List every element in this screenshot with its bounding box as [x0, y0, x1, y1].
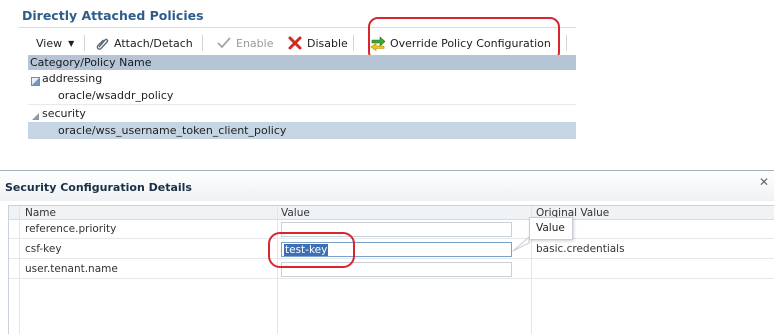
collapse-triangle-icon[interactable] [31, 109, 40, 120]
checkmark-icon [216, 35, 232, 51]
category-label: addressing [42, 72, 103, 85]
red-x-icon [287, 35, 303, 51]
attach-detach-button[interactable]: Attach/Detach [94, 33, 193, 53]
override-arrows-icon [370, 35, 386, 52]
toolbar-divider [84, 35, 85, 51]
enable-button[interactable]: Enable [216, 33, 273, 53]
policy-tree: Category/Policy Name addressing oracle/w… [28, 55, 576, 139]
policies-toolbar: View ▼ Attach/Detach Enable Disable Over… [28, 17, 576, 62]
directly-attached-policies-panel: Directly Attached Policies View ▼ Attach… [18, 0, 578, 160]
tree-row-security[interactable]: security [28, 105, 576, 122]
column-header-name: Name [25, 207, 56, 219]
close-icon[interactable]: ✕ [758, 176, 770, 188]
value-input[interactable] [281, 222, 512, 237]
property-name: user.tenant.name [25, 263, 118, 275]
disable-label: Disable [307, 36, 348, 50]
paperclip-icon [94, 35, 110, 51]
toolbar-divider [353, 35, 354, 51]
value-input[interactable] [281, 262, 512, 277]
tree-row-wsaddr-policy[interactable]: oracle/wsaddr_policy [28, 87, 576, 104]
selected-value-text: test-key [284, 244, 329, 256]
table-row: user.tenant.name [9, 260, 774, 279]
toolbar-divider [202, 35, 203, 51]
table-row: reference.priority [9, 220, 774, 239]
toolbar-divider [566, 35, 567, 51]
expand-icon[interactable] [31, 74, 40, 86]
view-menu-button[interactable]: View ▼ [36, 33, 74, 53]
properties-table: Name Value Original Value reference.prio… [8, 205, 774, 334]
override-policy-configuration-button[interactable]: Override Policy Configuration [370, 33, 551, 53]
property-name: reference.priority [25, 223, 117, 235]
title-divider [18, 27, 576, 28]
dialog-title: Security Configuration Details [5, 181, 192, 194]
chevron-down-icon: ▼ [68, 38, 75, 48]
property-name: csf-key [25, 243, 62, 255]
view-label: View [36, 36, 63, 50]
table-header: Name Value Original Value [9, 206, 774, 220]
value-tooltip: Value [529, 217, 573, 240]
security-configuration-dialog: Security Configuration Details ✕ Name Va… [0, 170, 774, 334]
original-value: basic.credentials [536, 243, 625, 255]
tree-row-wss-username-token-client-policy[interactable]: oracle/wss_username_token_client_policy [28, 122, 576, 139]
policy-label: oracle/wss_username_token_client_policy [58, 124, 287, 137]
column-header-value: Value [281, 207, 310, 219]
attach-detach-label: Attach/Detach [114, 36, 193, 50]
dialog-header: Security Configuration Details ✕ [0, 171, 774, 201]
value-input[interactable]: test-key [281, 242, 512, 257]
tree-row-addressing[interactable]: addressing [28, 70, 576, 87]
category-label: security [42, 107, 86, 120]
enable-label: Enable [236, 36, 274, 50]
policy-label: oracle/wsaddr_policy [58, 89, 174, 102]
section-title: Directly Attached Policies [22, 8, 204, 23]
override-policy-configuration-label: Override Policy Configuration [390, 36, 551, 50]
tooltip-pointer [512, 236, 530, 252]
table-row: csf-key test-key basic.credentials [9, 240, 774, 259]
disable-button[interactable]: Disable [287, 33, 348, 53]
tree-column-header: Category/Policy Name [28, 55, 576, 70]
